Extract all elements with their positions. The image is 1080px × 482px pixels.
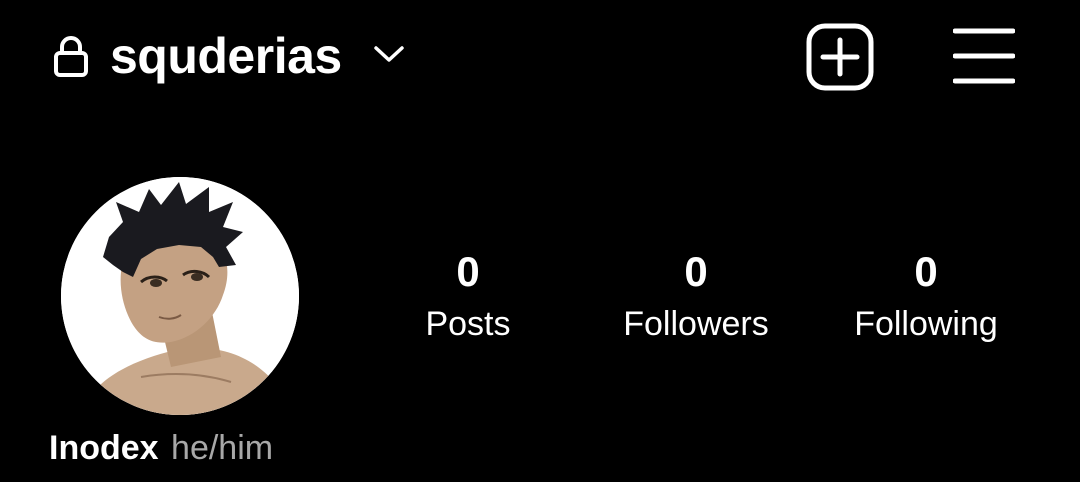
followers-count: 0 (684, 248, 708, 295)
anime-character-avatar (61, 177, 299, 415)
profile-avatar[interactable] (61, 177, 299, 415)
posts-count: 0 (456, 248, 480, 295)
following-label: Following (854, 305, 998, 343)
display-name: Inodex (49, 429, 159, 467)
profile-name-line: Inodex he/him (49, 426, 273, 470)
chevron-down-icon[interactable] (373, 43, 405, 65)
posts-stat[interactable]: 0 Posts (358, 246, 578, 346)
following-count: 0 (914, 248, 938, 295)
followers-stat[interactable]: 0 Followers (586, 246, 806, 346)
new-post-button[interactable] (806, 23, 874, 91)
lock-icon (54, 36, 88, 77)
profile-username[interactable]: squderias (110, 26, 342, 86)
following-stat[interactable]: 0 Following (816, 246, 1036, 346)
profile-header: squderias (0, 0, 1080, 115)
profile-page: squderias 0 Posts 0 Followers 0 Followin… (0, 0, 1080, 482)
hamburger-menu-icon[interactable] (953, 26, 1015, 86)
followers-label: Followers (623, 305, 769, 343)
posts-label: Posts (425, 305, 511, 343)
pronouns: he/him (171, 429, 274, 467)
